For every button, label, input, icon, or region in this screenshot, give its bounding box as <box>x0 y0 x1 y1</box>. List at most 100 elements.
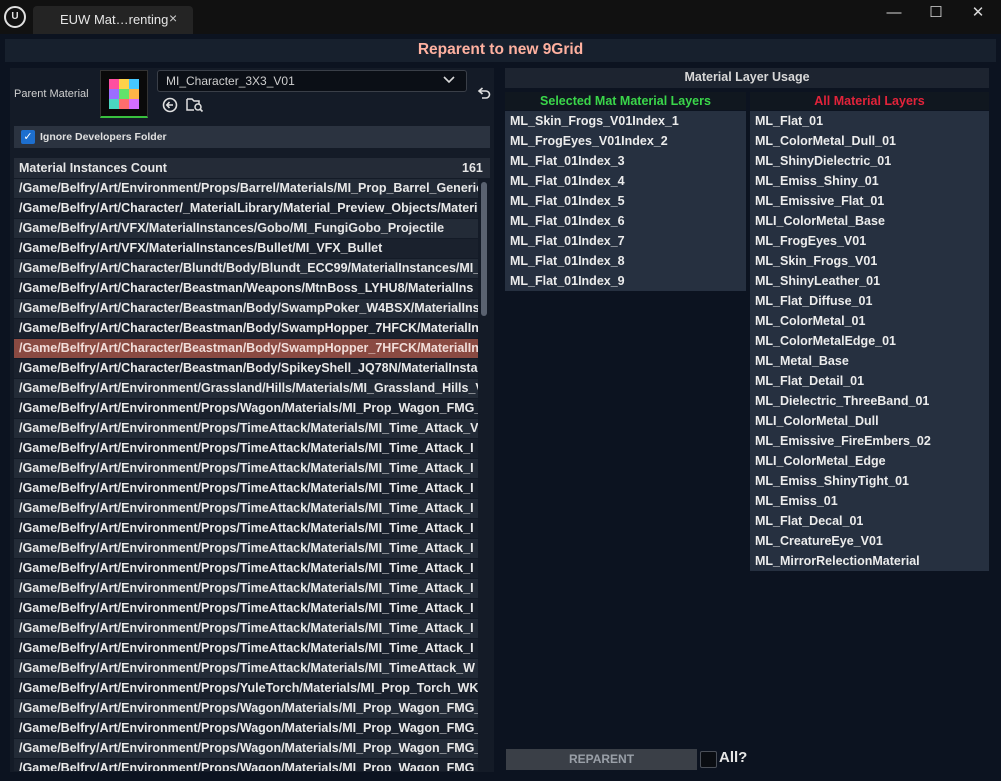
all-layer-item[interactable]: ML_Emiss_ShinyTight_01 <box>750 471 989 491</box>
all-layer-item[interactable]: MLI_ColorMetal_Base <box>750 211 989 231</box>
instance-row[interactable]: /Game/Belfry/Art/Environment/Props/TimeA… <box>14 419 478 438</box>
page-title: Reparent to new 9Grid <box>417 41 584 58</box>
instance-row[interactable]: /Game/Belfry/Art/Environment/Props/TimeA… <box>14 639 478 658</box>
all-layers-title: All Material Layers <box>814 94 925 108</box>
all-layer-item[interactable]: ML_Emissive_Flat_01 <box>750 191 989 211</box>
selected-layer-item[interactable]: ML_Flat_01Index_3 <box>505 151 746 171</box>
all-layer-item[interactable]: ML_Metal_Base <box>750 351 989 371</box>
selected-layer-item[interactable]: ML_Flat_01Index_5 <box>505 191 746 211</box>
header-bar: Reparent to new 9Grid <box>5 39 996 62</box>
chevron-down-icon <box>442 72 456 89</box>
instance-row[interactable]: /Game/Belfry/Art/Environment/Props/TimeA… <box>14 599 478 618</box>
all-layer-item[interactable]: ML_ColorMetalEdge_01 <box>750 331 989 351</box>
instance-row[interactable]: /Game/Belfry/Art/Character/_MaterialLibr… <box>14 199 478 218</box>
instance-row[interactable]: /Game/Belfry/Art/Environment/Props/YuleT… <box>14 679 478 698</box>
instance-row[interactable]: /Game/Belfry/Art/Environment/Grassland/H… <box>14 379 478 398</box>
all-layer-item[interactable]: ML_Dielectric_ThreeBand_01 <box>750 391 989 411</box>
instance-row[interactable]: /Game/Belfry/Art/Environment/Props/TimeA… <box>14 659 478 678</box>
tab-title: EUW Mat…renting <box>60 12 169 27</box>
all-checkbox-label: All? <box>719 749 748 766</box>
unreal-logo-icon: U <box>4 6 26 28</box>
instances-list-header: Material Instances Count 161 <box>14 158 490 178</box>
ignore-developers-checkbox[interactable]: ✓ <box>21 130 35 144</box>
all-layer-item[interactable]: ML_MirrorRelectionMaterial <box>750 551 989 571</box>
all-layer-item[interactable]: ML_Flat_Diffuse_01 <box>750 291 989 311</box>
reset-arrow-icon[interactable] <box>475 86 491 102</box>
instance-row[interactable]: /Game/Belfry/Art/Environment/Props/TimeA… <box>14 499 478 518</box>
instance-row[interactable]: /Game/Belfry/Art/Environment/Props/TimeA… <box>14 619 478 638</box>
tab-close-icon[interactable]: × <box>169 10 177 26</box>
editor-tab[interactable]: EUW Mat…renting × <box>33 6 193 34</box>
instance-row[interactable]: /Game/Belfry/Art/Environment/Props/Wagon… <box>14 719 478 738</box>
all-layer-item[interactable]: ML_Emiss_01 <box>750 491 989 511</box>
instance-row[interactable]: /Game/Belfry/Art/Character/Blundt/Body/B… <box>14 259 478 278</box>
instance-row[interactable]: /Game/Belfry/Art/Environment/Props/Barre… <box>14 179 478 198</box>
selected-layer-item[interactable]: ML_Flat_01Index_7 <box>505 231 746 251</box>
maximize-button[interactable]: ☐ <box>915 0 957 28</box>
instance-row[interactable]: /Game/Belfry/Art/Environment/Props/Wagon… <box>14 699 478 718</box>
instance-row[interactable]: /Game/Belfry/Art/VFX/MaterialInstances/B… <box>14 239 478 258</box>
all-layer-item[interactable]: ML_Flat_Detail_01 <box>750 371 989 391</box>
instance-row[interactable]: /Game/Belfry/Art/Character/Beastman/Body… <box>14 299 478 318</box>
instance-row[interactable]: /Game/Belfry/Art/Environment/Props/TimeA… <box>14 559 478 578</box>
instance-row[interactable]: /Game/Belfry/Art/Environment/Props/Wagon… <box>14 759 478 771</box>
parent-material-label: Parent Material <box>14 88 89 100</box>
material-instances-list: /Game/Belfry/Art/Environment/Props/Barre… <box>14 179 478 771</box>
instance-row[interactable]: /Game/Belfry/Art/Character/Beastman/Body… <box>14 359 478 378</box>
instances-count-label: Material Instances Count <box>19 161 167 175</box>
thumbnail-cell <box>129 99 139 109</box>
instances-count-value: 161 <box>462 161 483 175</box>
instance-row[interactable]: /Game/Belfry/Art/Environment/Props/TimeA… <box>14 459 478 478</box>
all-layer-item[interactable]: MLI_ColorMetal_Edge <box>750 451 989 471</box>
thumbnail-cell <box>119 89 129 99</box>
all-layer-item[interactable]: ML_Flat_01 <box>750 111 989 131</box>
selected-layer-item[interactable]: ML_Flat_01Index_9 <box>505 271 746 291</box>
selected-layer-item[interactable]: ML_Skin_Frogs_V01Index_1 <box>505 111 746 131</box>
selected-layers-list: ML_Skin_Frogs_V01Index_1 ML_FrogEyes_V01I… <box>505 111 746 291</box>
layer-usage-title: Material Layer Usage <box>684 70 810 84</box>
selected-layer-item[interactable]: ML_Flat_01Index_8 <box>505 251 746 271</box>
layer-usage-header: Material Layer Usage <box>505 68 989 88</box>
all-layer-item[interactable]: ML_CreatureEye_V01 <box>750 531 989 551</box>
all-layer-item[interactable]: ML_ShinyLeather_01 <box>750 271 989 291</box>
all-layer-item[interactable]: MLI_ColorMetal_Dull <box>750 411 989 431</box>
all-layer-item[interactable]: ML_FrogEyes_V01 <box>750 231 989 251</box>
all-checkbox[interactable] <box>700 751 717 768</box>
all-layers-list: ML_Flat_01 ML_ColorMetal_Dull_01 ML_ShinyD… <box>750 111 989 571</box>
instance-row[interactable]: /Game/Belfry/Art/Environment/Props/TimeA… <box>14 479 478 498</box>
minimize-button[interactable]: — <box>873 0 915 28</box>
instance-row[interactable]: /Game/Belfry/Art/Environment/Props/Wagon… <box>14 739 478 758</box>
thumbnail-cell <box>109 89 119 99</box>
instance-row[interactable]: /Game/Belfry/Art/Environment/Props/Wagon… <box>14 399 478 418</box>
all-layer-item[interactable]: ML_ColorMetal_01 <box>750 311 989 331</box>
instance-row[interactable]: /Game/Belfry/Art/VFX/MaterialInstances/G… <box>14 219 478 238</box>
all-layer-item[interactable]: ML_ShinyDielectric_01 <box>750 151 989 171</box>
selected-instance-row[interactable]: /Game/Belfry/Art/Character/Beastman/Body… <box>14 339 478 358</box>
selected-layers-header: Selected Mat Material Layers <box>505 92 746 110</box>
all-layer-item[interactable]: ML_Emissive_FireEmbers_02 <box>750 431 989 451</box>
all-layer-item[interactable]: ML_Skin_Frogs_V01 <box>750 251 989 271</box>
instance-row[interactable]: /Game/Belfry/Art/Environment/Props/TimeA… <box>14 579 478 598</box>
all-layer-item[interactable]: ML_Flat_Decal_01 <box>750 511 989 531</box>
all-layers-header: All Material Layers <box>750 92 989 110</box>
parent-material-value: MI_Character_3X3_V01 <box>166 74 295 88</box>
selected-layer-item[interactable]: ML_Flat_01Index_6 <box>505 211 746 231</box>
instance-row[interactable]: /Game/Belfry/Art/Environment/Props/TimeA… <box>14 519 478 538</box>
all-layer-item[interactable]: ML_Emiss_Shiny_01 <box>750 171 989 191</box>
instance-row[interactable]: /Game/Belfry/Art/Environment/Props/TimeA… <box>14 439 478 458</box>
reparent-button[interactable]: REPARENT <box>506 749 697 770</box>
all-layer-item[interactable]: ML_ColorMetal_Dull_01 <box>750 131 989 151</box>
close-window-button[interactable]: ✕ <box>957 0 999 28</box>
instance-row[interactable]: /Game/Belfry/Art/Character/Beastman/Weap… <box>14 279 478 298</box>
parent-material-dropdown[interactable]: MI_Character_3X3_V01 <box>157 70 467 92</box>
thumbnail-cell <box>109 99 119 109</box>
use-selected-asset-icon[interactable] <box>162 97 178 113</box>
instance-row[interactable]: /Game/Belfry/Art/Character/Beastman/Body… <box>14 319 478 338</box>
thumbnail-cell <box>119 79 129 89</box>
instances-scrollbar-thumb[interactable] <box>481 182 487 316</box>
browse-folder-icon[interactable] <box>186 96 204 113</box>
instance-row[interactable]: /Game/Belfry/Art/Environment/Props/TimeA… <box>14 539 478 558</box>
selected-layer-item[interactable]: ML_Flat_01Index_4 <box>505 171 746 191</box>
ignore-developers-row: ✓ Ignore Developers Folder <box>14 126 490 148</box>
selected-layer-item[interactable]: ML_FrogEyes_V01Index_2 <box>505 131 746 151</box>
